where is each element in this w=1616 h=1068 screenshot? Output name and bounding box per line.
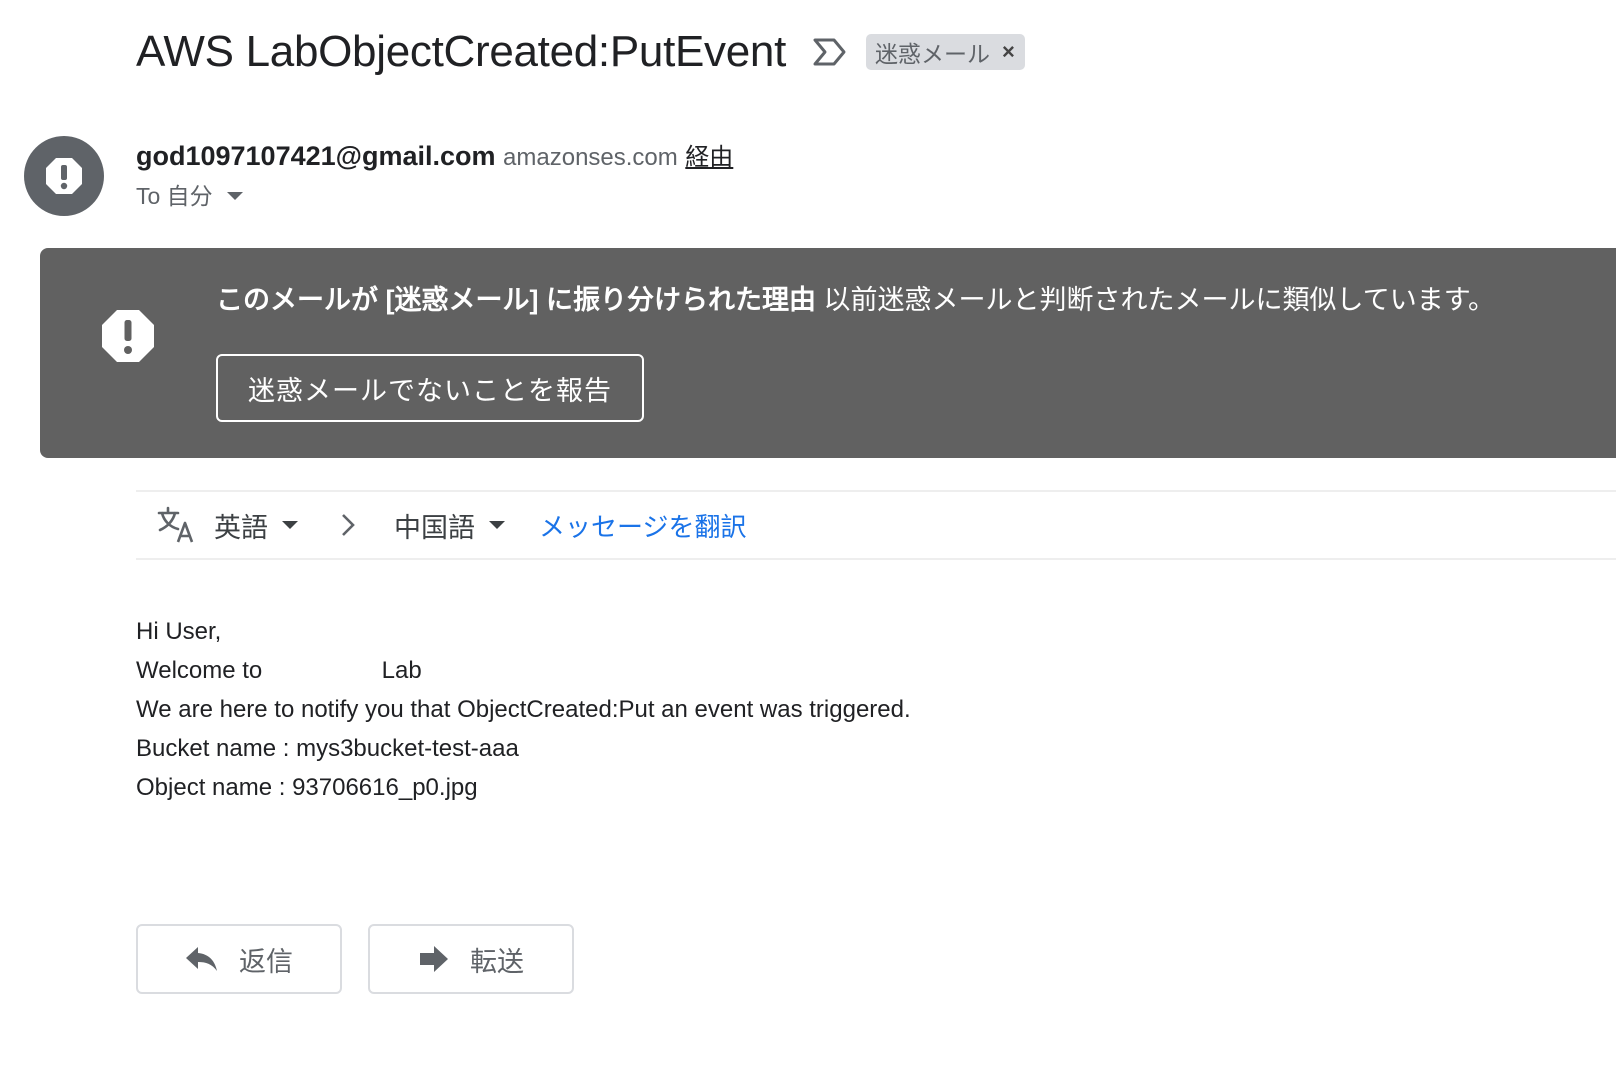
- welcome-suffix: Lab: [381, 657, 422, 684]
- target-language: 中国語: [394, 512, 475, 543]
- spam-reason-detail: 以前迷惑メールと判断されたメールに類似しています。: [823, 285, 1496, 315]
- body-welcome-line: Welcome to Lab: [136, 651, 911, 690]
- welcome-prefix: Welcome to: [136, 657, 263, 684]
- subject-row: AWS LabObjectCreated:PutEvent 迷惑メール ×: [136, 22, 1025, 82]
- chevron-down-icon[interactable]: [226, 192, 243, 200]
- spam-reason-title: このメールが [迷惑メール] に振り分けられた理由: [216, 285, 816, 315]
- sender-via-domain: amazonses.com: [503, 144, 678, 171]
- forward-icon: [420, 946, 448, 972]
- spam-label-chip[interactable]: 迷惑メール ×: [866, 34, 1025, 70]
- translate-message-link[interactable]: メッセージを翻訳: [539, 507, 746, 544]
- avatar: [24, 136, 104, 216]
- body-bucket-name: Bucket name : mys3bucket-test-aaa: [136, 735, 519, 762]
- spam-warning-banner: このメールが [迷惑メール] に振り分けられた理由 以前迷惑メールと判断されたメ…: [40, 248, 1616, 458]
- importance-marker-icon[interactable]: [812, 36, 848, 68]
- source-language: 英語: [214, 512, 268, 543]
- warning-icon: [46, 158, 82, 194]
- target-language-select[interactable]: 中国語: [394, 506, 505, 545]
- spam-reason: このメールが [迷惑メール] に振り分けられた理由 以前迷惑メールと判断されたメ…: [216, 280, 1495, 320]
- sender-line: god1097107421@gmail.com amazonses.com 経由: [136, 136, 733, 178]
- sender-email[interactable]: god1097107421@gmail.com: [136, 141, 496, 171]
- redacted-text: [268, 659, 375, 684]
- translate-bar: 英語 中国語 メッセージを翻訳: [136, 490, 1616, 560]
- email-subject: AWS LabObjectCreated:PutEvent: [136, 27, 787, 76]
- recipient-line[interactable]: To 自分: [136, 178, 243, 214]
- close-icon[interactable]: ×: [1002, 39, 1015, 65]
- reply-icon: [186, 947, 217, 971]
- chevron-down-icon: [282, 521, 298, 529]
- body-object-name: Object name : 93706616_p0.jpg: [136, 774, 478, 801]
- reply-button[interactable]: 返信: [136, 924, 342, 994]
- source-language-select[interactable]: 英語: [214, 506, 298, 545]
- email-body: Hi User, Welcome to Lab We are here to n…: [136, 612, 911, 807]
- reply-label: 返信: [239, 946, 293, 977]
- warning-icon: [102, 310, 154, 362]
- forward-button[interactable]: 転送: [368, 924, 574, 994]
- forward-label: 転送: [470, 946, 524, 977]
- label-chip-text: 迷惑メール: [875, 41, 991, 67]
- chevron-down-icon: [489, 521, 505, 529]
- translate-icon: [157, 506, 194, 543]
- report-not-spam-button[interactable]: 迷惑メールでないことを報告: [216, 354, 644, 422]
- recipient-label: To 自分: [136, 183, 213, 209]
- body-greeting: Hi User,: [136, 618, 222, 645]
- body-notice: We are here to notify you that ObjectCre…: [136, 696, 911, 723]
- chevron-right-icon: [342, 514, 355, 536]
- via-link[interactable]: 経由: [685, 144, 733, 171]
